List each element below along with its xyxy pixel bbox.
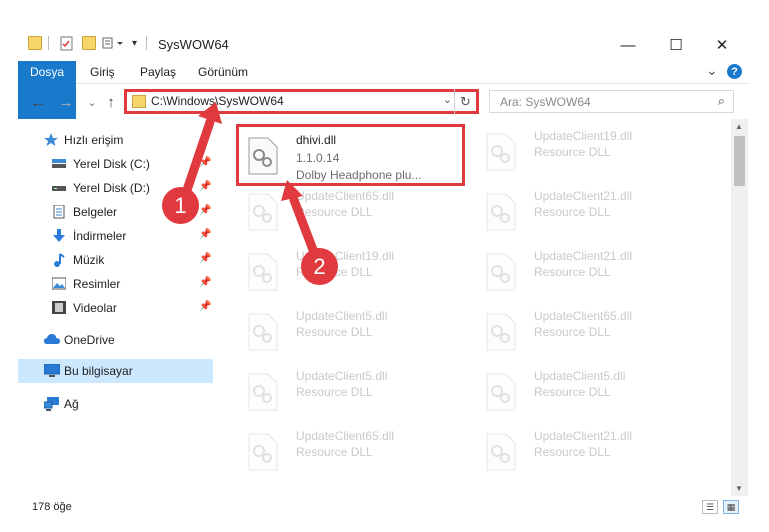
item-count: 178 öğe xyxy=(32,501,72,513)
callout-step-1: 1 xyxy=(162,187,199,224)
annotation-arrows xyxy=(180,102,320,260)
details-view-icon[interactable]: ☰ xyxy=(702,500,718,514)
callout-step-2: 2 xyxy=(301,248,338,285)
large-icons-view-icon[interactable]: ▦ xyxy=(723,500,739,514)
status-bar: 178 öğe ☰ ▦ xyxy=(18,497,749,517)
